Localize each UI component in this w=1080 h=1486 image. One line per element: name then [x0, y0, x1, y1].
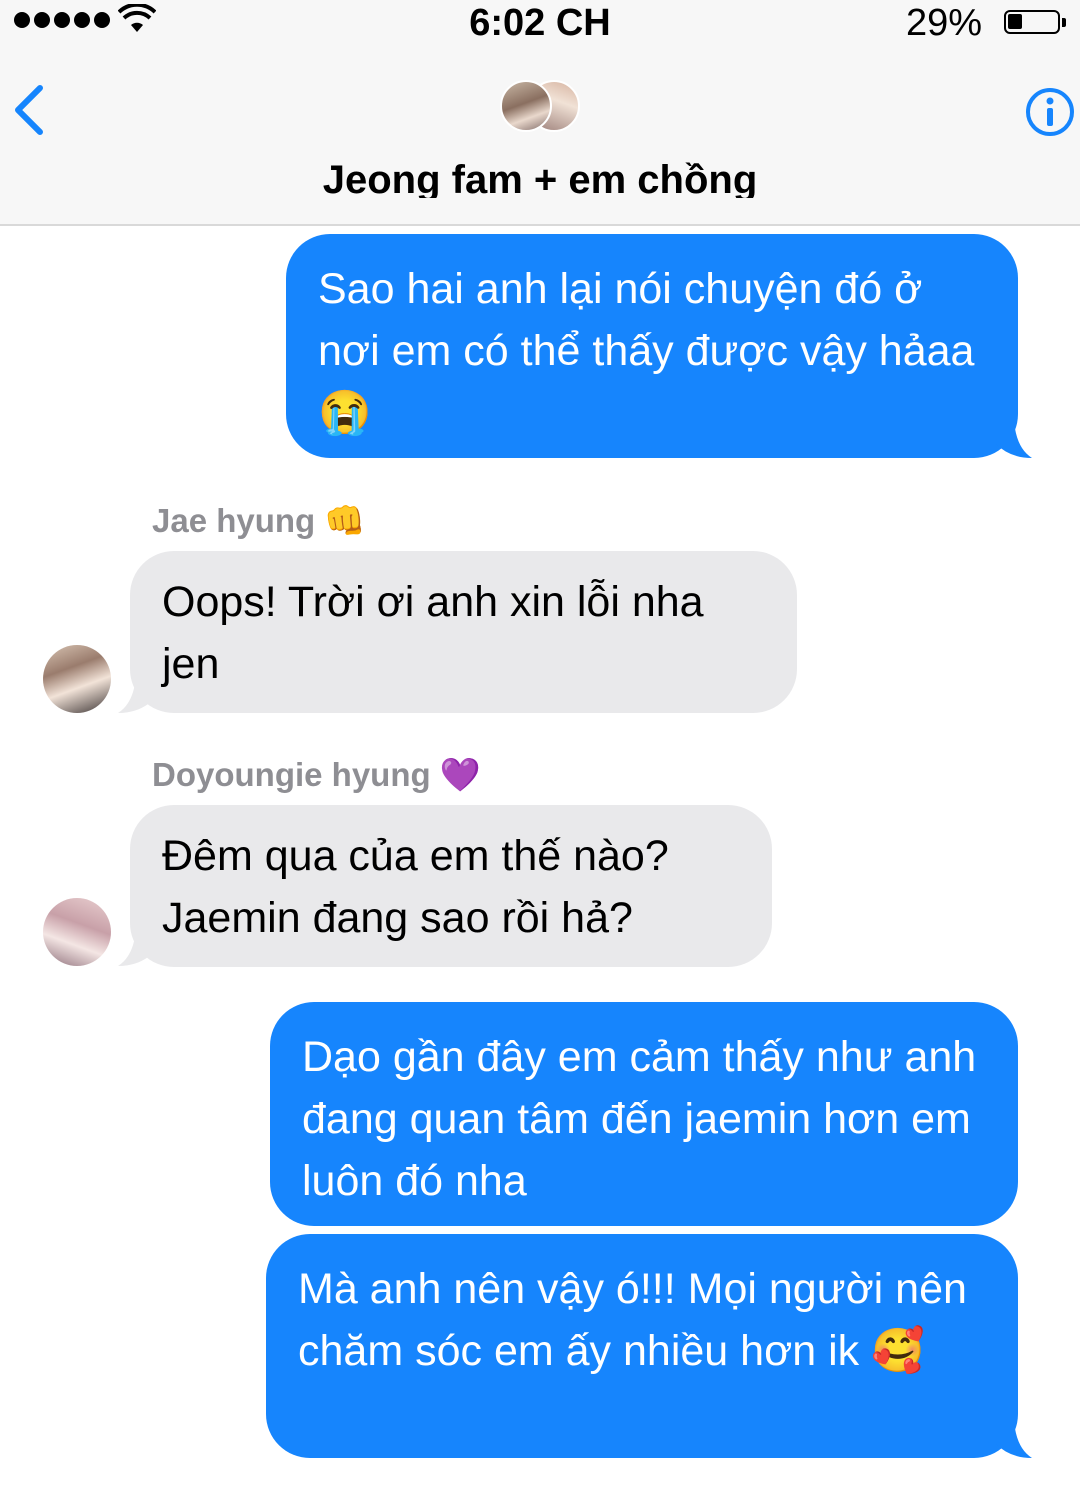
battery-percent: 29%: [905, 2, 982, 44]
bubble-tail: [996, 420, 1032, 458]
avatar[interactable]: [43, 898, 111, 966]
message-text: Oops! Trời ơi anh xin lỗi nha jen: [162, 578, 704, 688]
message-bubble-outgoing[interactable]: Dạo gần đây em cảm thấy như anh đang qua…: [270, 1002, 1018, 1226]
bubble-tail: [118, 928, 154, 966]
bubble-tail: [118, 675, 154, 713]
message-text: Sao hai anh lại nói chuyện đó ở nơi em c…: [318, 265, 975, 437]
message-bubble-outgoing[interactable]: Sao hai anh lại nói chuyện đó ở nơi em c…: [286, 234, 1018, 458]
avatar: [500, 80, 552, 132]
message-text: Mà anh nên vậy ó!!! Mọi người nên chăm s…: [298, 1265, 967, 1375]
message-bubble-outgoing[interactable]: Mà anh nên vậy ó!!! Mọi người nên chăm s…: [266, 1234, 1018, 1458]
message-text: Đêm qua của em thế nào? Jaemin đang sao …: [162, 832, 669, 942]
battery-icon: [1004, 10, 1066, 34]
message-bubble-incoming[interactable]: Đêm qua của em thế nào? Jaemin đang sao …: [130, 805, 772, 967]
navigation-header: 6:02 CH 29% Jeong fam + em chồng: [0, 0, 1080, 226]
bubble-tail: [996, 1420, 1032, 1458]
message-bubble-incoming[interactable]: Oops! Trời ơi anh xin lỗi nha jen: [130, 551, 797, 713]
avatar[interactable]: [43, 645, 111, 713]
message-text: Dạo gần đây em cảm thấy như anh đang qua…: [302, 1033, 977, 1205]
back-chevron-icon[interactable]: [12, 84, 44, 136]
info-icon[interactable]: [1024, 86, 1076, 138]
conversation-title[interactable]: Jeong fam + em chồng: [0, 152, 1080, 198]
group-avatars[interactable]: [500, 80, 582, 132]
status-bar: 6:02 CH 29%: [0, 0, 1080, 50]
sender-name: Doyoungie hyung 💜: [152, 756, 481, 793]
sender-name: Jae hyung 👊: [152, 502, 366, 539]
